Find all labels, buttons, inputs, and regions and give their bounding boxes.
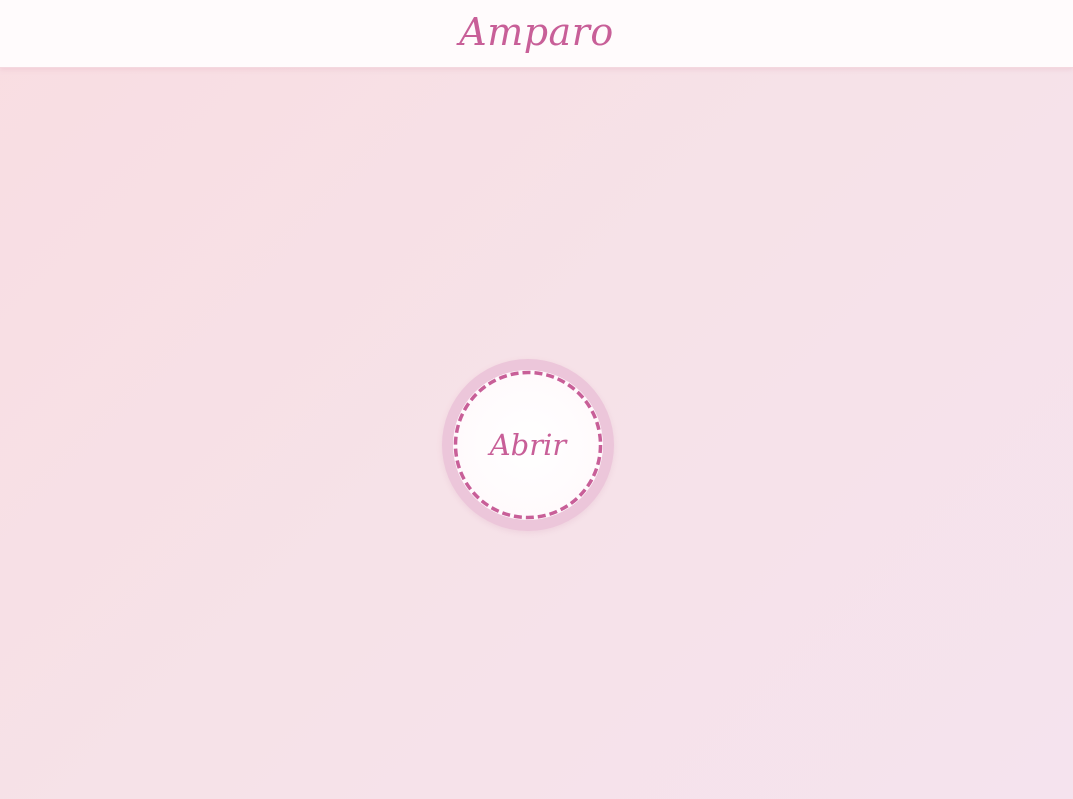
open-button[interactable]: Abrir	[442, 359, 614, 531]
top-bar: Amparo	[0, 0, 1073, 68]
seal-face: Abrir	[453, 370, 603, 520]
open-button-label: Abrir	[489, 427, 567, 462]
brand-title: Amparo	[459, 9, 614, 54]
